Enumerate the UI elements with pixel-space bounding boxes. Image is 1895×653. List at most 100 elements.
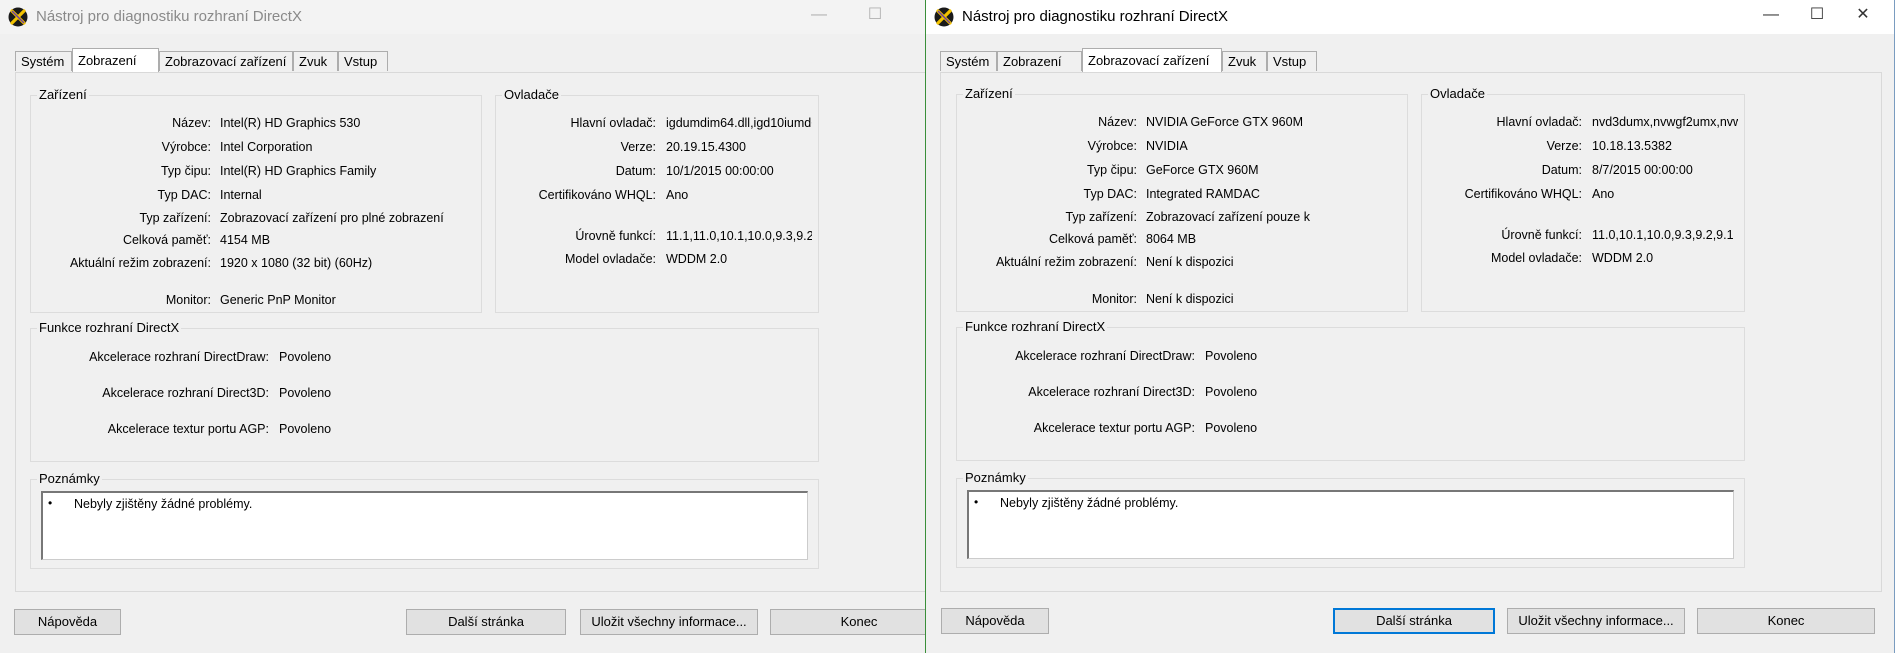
label: Úrovně funkcí: bbox=[575, 229, 656, 243]
tab-render[interactable]: Zobrazovací zařízení bbox=[159, 51, 293, 71]
title-bar[interactable]: Nástroj pro diagnostiku rozhraní DirectX… bbox=[0, 0, 925, 34]
tab-sound[interactable]: Zvuk bbox=[293, 51, 338, 71]
label: Model ovladače: bbox=[564, 252, 656, 266]
bullet-icon: • bbox=[48, 496, 53, 510]
value: 20.19.15.4300 bbox=[666, 140, 746, 154]
drivers-group-label: Ovladače bbox=[502, 87, 561, 102]
label: Aktuální režim zobrazení: bbox=[995, 255, 1137, 269]
value: 11.1,11.0,10.1,10.0,9.3,9.2 bbox=[666, 229, 812, 243]
maximize-button[interactable]: ☐ bbox=[1794, 0, 1840, 32]
close-button[interactable]: ✕ bbox=[1840, 0, 1886, 32]
label: Hlavní ovladač: bbox=[1496, 115, 1582, 129]
save-all-button[interactable]: Uložit všechny informace... bbox=[580, 609, 758, 635]
label: Celková paměť: bbox=[122, 233, 211, 247]
label: Datum: bbox=[615, 164, 656, 178]
tab-sound[interactable]: Zvuk bbox=[1222, 51, 1267, 71]
label: Aktuální režim zobrazení: bbox=[69, 256, 211, 270]
device-group: Zařízení Název: NVIDIA GeForce GTX 960M … bbox=[956, 86, 1408, 312]
value: Intel(R) HD Graphics Family bbox=[220, 164, 377, 178]
label: Typ DAC: bbox=[157, 188, 212, 202]
tab-display[interactable]: Zobrazení bbox=[72, 48, 159, 72]
next-page-button[interactable]: Další stránka bbox=[406, 609, 566, 635]
label: Monitor: bbox=[1091, 292, 1137, 306]
value: 1920 x 1080 (32 bit) (60Hz) bbox=[220, 256, 373, 270]
tab-render[interactable]: Zobrazovací zařízení bbox=[1082, 48, 1222, 72]
label: Datum: bbox=[1541, 163, 1582, 177]
value: 10.18.13.5382 bbox=[1592, 139, 1672, 153]
notes-box[interactable]: • Nebyly zjištěny žádné problémy. bbox=[967, 490, 1734, 559]
value: Povoleno bbox=[1205, 349, 1258, 363]
value: Povoleno bbox=[279, 422, 332, 436]
tab-display[interactable]: Zobrazení bbox=[997, 51, 1082, 71]
label: Hlavní ovladač: bbox=[570, 116, 656, 130]
next-page-button[interactable]: Další stránka bbox=[1333, 608, 1495, 634]
tab-input[interactable]: Vstup bbox=[1267, 51, 1317, 71]
label: Název: bbox=[1098, 115, 1137, 129]
label: Verze: bbox=[620, 140, 656, 154]
features-group-label: Funkce rozhraní DirectX bbox=[963, 319, 1108, 334]
value: Zobrazovací zařízení pouze k bbox=[1146, 210, 1310, 224]
label: Výrobce: bbox=[1087, 139, 1137, 153]
value: NVIDIA GeForce GTX 960M bbox=[1146, 115, 1303, 129]
value: Ano bbox=[1592, 187, 1615, 201]
directx-icon bbox=[8, 7, 28, 27]
value: 4154 MB bbox=[220, 233, 271, 247]
save-all-button[interactable]: Uložit všechny informace... bbox=[1507, 608, 1685, 634]
label: Akcelerace rozhraní Direct3D: bbox=[102, 386, 269, 400]
drivers-group: Ovladače Hlavní ovladač: nvd3dumx,nvwgf2… bbox=[1421, 86, 1745, 312]
minimize-button[interactable]: — bbox=[1748, 0, 1794, 32]
label: Typ zařízení: bbox=[139, 211, 211, 225]
tab-system[interactable]: Systém bbox=[940, 51, 997, 71]
bullet-icon: • bbox=[974, 495, 979, 509]
label: Typ zařízení: bbox=[1065, 210, 1137, 224]
label: Akcelerace rozhraní DirectDraw: bbox=[1015, 349, 1195, 363]
label: Typ čipu: bbox=[160, 164, 211, 178]
label: Typ DAC: bbox=[1083, 187, 1138, 201]
notes-box[interactable]: • Nebyly zjištěny žádné problémy. bbox=[41, 491, 808, 560]
notes-group: Poznámky • Nebyly zjištěny žádné problém… bbox=[956, 470, 1745, 568]
help-button[interactable]: Nápověda bbox=[14, 609, 121, 635]
value: Integrated RAMDAC bbox=[1146, 187, 1260, 201]
value: WDDM 2.0 bbox=[1592, 251, 1654, 265]
value: Intel(R) HD Graphics 530 bbox=[220, 116, 361, 130]
features-group-label: Funkce rozhraní DirectX bbox=[37, 320, 182, 335]
device-group-label: Zařízení bbox=[963, 86, 1015, 101]
value: 8064 MB bbox=[1146, 232, 1197, 246]
note-text: Nebyly zjištěny žádné problémy. bbox=[1000, 496, 1179, 510]
help-button[interactable]: Nápověda bbox=[941, 608, 1049, 634]
tab-system[interactable]: Systém bbox=[15, 51, 72, 71]
dxdiag-window-right: Nástroj pro diagnostiku rozhraní DirectX… bbox=[925, 0, 1895, 653]
value: GeForce GTX 960M bbox=[1146, 163, 1259, 177]
value: igdumdim64.dll,igd10iumd64.dll bbox=[666, 116, 812, 130]
label: Akcelerace textur portu AGP: bbox=[107, 422, 269, 436]
label: Název: bbox=[172, 116, 211, 130]
window-title: Nástroj pro diagnostiku rozhraní DirectX bbox=[962, 8, 1228, 25]
value: Internal bbox=[220, 188, 262, 202]
label: Typ čipu: bbox=[1086, 163, 1137, 177]
value: Povoleno bbox=[1205, 421, 1258, 435]
minimize-button[interactable]: — bbox=[796, 0, 842, 32]
value: NVIDIA bbox=[1146, 139, 1188, 153]
value: Není k dispozici bbox=[1146, 255, 1234, 269]
tab-panel: Zařízení Název: Intel(R) HD Graphics 530… bbox=[15, 72, 925, 592]
value: 10/1/2015 00:00:00 bbox=[666, 164, 774, 178]
label: Akcelerace textur portu AGP: bbox=[1033, 421, 1195, 435]
value: Zobrazovací zařízení pro plné zobrazení bbox=[220, 211, 444, 225]
label: Akcelerace rozhraní Direct3D: bbox=[1028, 385, 1195, 399]
tab-input[interactable]: Vstup bbox=[338, 51, 388, 71]
value: 11.0,10.1,10.0,9.3,9.2,9.1 bbox=[1592, 228, 1734, 242]
exit-button[interactable]: Konec bbox=[1697, 608, 1875, 634]
value: nvd3dumx,nvwgf2umx,nvwgf2umx bbox=[1592, 115, 1738, 129]
drivers-group: Ovladače Hlavní ovladač: igdumdim64.dll,… bbox=[495, 87, 819, 313]
value: Generic PnP Monitor bbox=[220, 293, 336, 307]
maximize-button[interactable]: ☐ bbox=[852, 0, 898, 32]
label: Výrobce: bbox=[161, 140, 211, 154]
exit-button[interactable]: Konec bbox=[770, 609, 925, 635]
value: Intel Corporation bbox=[220, 140, 313, 154]
label: Model ovladače: bbox=[1490, 251, 1582, 265]
value: Ano bbox=[666, 188, 689, 202]
title-bar[interactable]: Nástroj pro diagnostiku rozhraní DirectX… bbox=[926, 0, 1894, 34]
notes-group-label: Poznámky bbox=[37, 471, 102, 486]
notes-group: Poznámky • Nebyly zjištěny žádné problém… bbox=[30, 471, 819, 569]
window-title: Nástroj pro diagnostiku rozhraní DirectX bbox=[36, 8, 302, 25]
